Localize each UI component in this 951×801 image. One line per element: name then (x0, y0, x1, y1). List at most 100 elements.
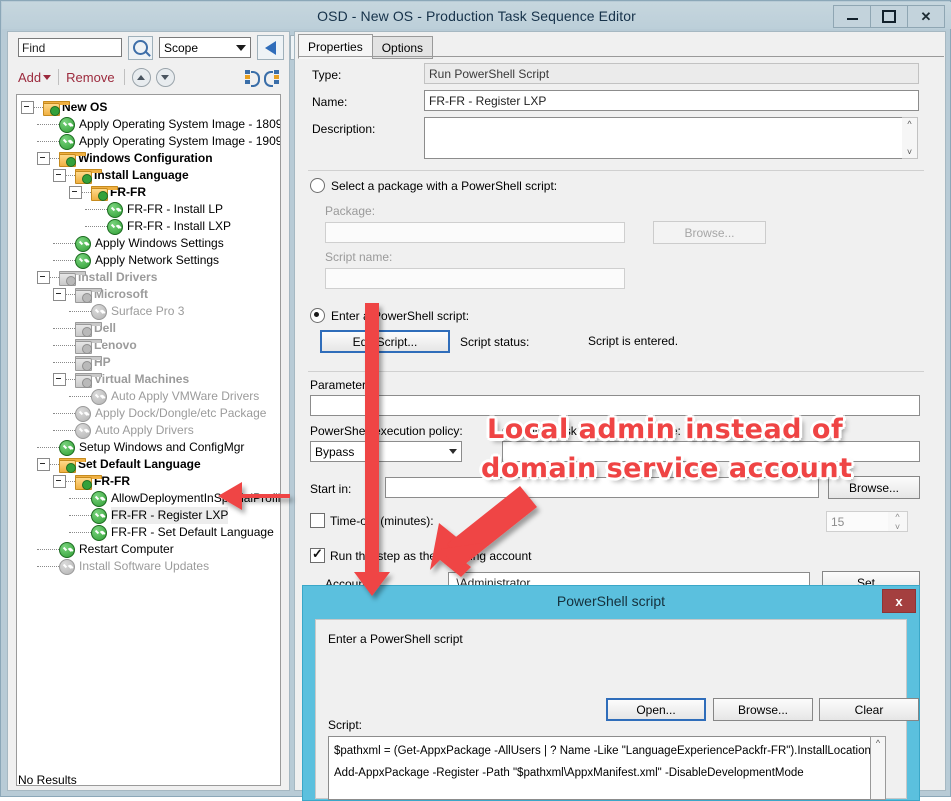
tree-item[interactable]: Apply Windows Settings (17, 235, 280, 252)
tree-item[interactable]: Install Software Updates (17, 558, 280, 575)
expand-all-icon[interactable] (264, 69, 280, 87)
edit-script-button[interactable]: Edit Script... (320, 330, 450, 353)
script-textarea[interactable]: $pathxml = (Get-AppxPackage -AllUsers | … (328, 736, 886, 800)
tree-item[interactable]: Dell (17, 320, 280, 337)
task-sequence-tree[interactable]: New OS Apply Operating System Image - 180… (16, 94, 281, 786)
add-dropdown-icon[interactable] (43, 74, 52, 80)
tree-expander-icon[interactable] (53, 288, 66, 301)
green-check-icon (91, 490, 107, 507)
tree-item[interactable]: Apply Operating System Image - 1909 (17, 133, 280, 150)
tree-connector (66, 293, 75, 296)
spinner-down-icon[interactable]: ˅ (895, 522, 900, 532)
tree-connector (53, 259, 75, 262)
tree-item[interactable]: Surface Pro 3 (17, 303, 280, 320)
radio-enter-script-label: Enter a PowerShell script: (331, 309, 470, 323)
script-textarea-scrollbar[interactable]: ^ (870, 736, 886, 800)
tree-item[interactable]: Apply Operating System Image - 1809 (17, 116, 280, 133)
tree-item[interactable]: Lenovo (17, 337, 280, 354)
tree-expander-icon[interactable] (37, 271, 50, 284)
folder-disabled-icon (75, 338, 102, 354)
tree-expander-icon[interactable] (37, 458, 50, 471)
tree-item[interactable]: Set Default Language (17, 456, 280, 473)
tree-item[interactable]: New OS (17, 99, 280, 116)
tree-item[interactable]: Apply Dock/Dongle/etc Package (17, 405, 280, 422)
radio-select-package[interactable] (310, 178, 325, 193)
search-button[interactable] (128, 35, 153, 60)
tree-item[interactable]: Windows Configuration (17, 150, 280, 167)
clear-script-button[interactable]: Clear (819, 698, 919, 721)
tree-item[interactable]: HP (17, 354, 280, 371)
scroll-up-icon[interactable]: ^ (902, 118, 917, 130)
tree-expander-icon[interactable] (37, 152, 50, 165)
tree-expander-icon[interactable] (53, 373, 66, 386)
minimize-button[interactable] (833, 5, 871, 28)
spinner-up-icon[interactable]: ^ (895, 512, 899, 522)
execution-policy-dropdown[interactable]: Bypass (310, 441, 462, 462)
radio-enter-script[interactable] (310, 308, 325, 323)
remove-button[interactable]: Remove (66, 70, 114, 85)
tree-item-label: Windows Configuration (78, 151, 213, 165)
tree-item[interactable]: Setup Windows and ConfigMgr (17, 439, 280, 456)
maximize-button[interactable] (870, 5, 908, 28)
find-toolbar: Find Scope (18, 35, 317, 60)
tree-item[interactable]: Apply Network Settings (17, 252, 280, 269)
tree-item-label: FR-FR - Install LP (127, 202, 224, 216)
tree-item-label: Virtual Machines (94, 372, 190, 386)
close-button[interactable]: ✕ (907, 5, 945, 28)
find-previous-button[interactable] (257, 35, 284, 60)
description-input[interactable] (424, 117, 903, 159)
tree-item[interactable]: Microsoft (17, 286, 280, 303)
scope-dropdown[interactable]: Scope (159, 37, 251, 58)
run-as-account-checkbox[interactable] (310, 546, 325, 563)
scroll-down-icon[interactable]: ˅ (902, 146, 917, 158)
browse-script-button[interactable]: Browse... (713, 698, 813, 721)
section-divider-2 (308, 371, 924, 372)
tree-expander-icon[interactable] (53, 475, 66, 488)
tree-connector (50, 463, 59, 466)
tree-item[interactable]: FR-FR (17, 473, 280, 490)
tree-expander-icon[interactable] (21, 101, 34, 114)
powershell-dialog-close-button[interactable]: x (882, 589, 916, 613)
parameters-input[interactable] (310, 395, 920, 416)
script-status-label: Script status: (460, 335, 530, 349)
tree-item[interactable]: FR-FR - Install LP (17, 201, 280, 218)
execution-policy-value: Bypass (315, 444, 355, 459)
sequence-tree-pane: Find Scope Add Remove New OS Apply Opera… (7, 31, 317, 791)
type-label: Type: (312, 68, 342, 82)
green-check-icon (75, 235, 91, 252)
tree-item[interactable]: Auto Apply Drivers (17, 422, 280, 439)
tree-item[interactable]: Restart Computer (17, 541, 280, 558)
start-in-input[interactable] (385, 477, 819, 498)
tree-item[interactable]: Install Drivers (17, 269, 280, 286)
scroll-up-icon[interactable]: ^ (871, 737, 885, 749)
tree-expander-icon[interactable] (53, 169, 66, 182)
tree-item[interactable]: AllowDeploymentInSpecialProfiles (17, 490, 280, 507)
tree-item[interactable]: FR-FR - Register LXP (17, 507, 280, 524)
tree-expander-icon[interactable] (69, 186, 82, 199)
name-input[interactable]: FR-FR - Register LXP (424, 90, 919, 111)
move-up-button[interactable] (131, 67, 151, 87)
timeout-spinner[interactable]: ^ ˅ (888, 511, 908, 532)
output-variable-input[interactable] (502, 441, 920, 462)
timeout-checkbox[interactable] (310, 513, 325, 528)
find-status-text: No Results (18, 773, 77, 787)
chevron-up-icon (137, 74, 146, 80)
collapse-all-icon[interactable] (244, 69, 260, 87)
open-script-button[interactable]: Open... (606, 698, 706, 721)
tree-item[interactable]: Virtual Machines (17, 371, 280, 388)
tree-connector (69, 497, 91, 500)
browse-start-in-button[interactable]: Browse... (828, 476, 920, 499)
scope-dropdown-value: Scope (164, 40, 199, 55)
tree-item[interactable]: FR-FR - Set Default Language (17, 524, 280, 541)
tree-connector (37, 565, 59, 568)
tree-item[interactable]: Install Language (17, 167, 280, 184)
add-button[interactable]: Add (18, 70, 41, 85)
find-input[interactable]: Find (18, 38, 122, 57)
tree-item[interactable]: FR-FR - Install LXP (17, 218, 280, 235)
tree-item-label: FR-FR - Register LXP (111, 507, 229, 524)
tree-item[interactable]: FR-FR (17, 184, 280, 201)
description-scrollbar[interactable]: ^ ˅ (902, 117, 918, 159)
tree-item-label: Apply Operating System Image - 1809 (79, 117, 281, 131)
tree-item[interactable]: Auto Apply VMWare Drivers (17, 388, 280, 405)
move-down-button[interactable] (155, 67, 175, 87)
